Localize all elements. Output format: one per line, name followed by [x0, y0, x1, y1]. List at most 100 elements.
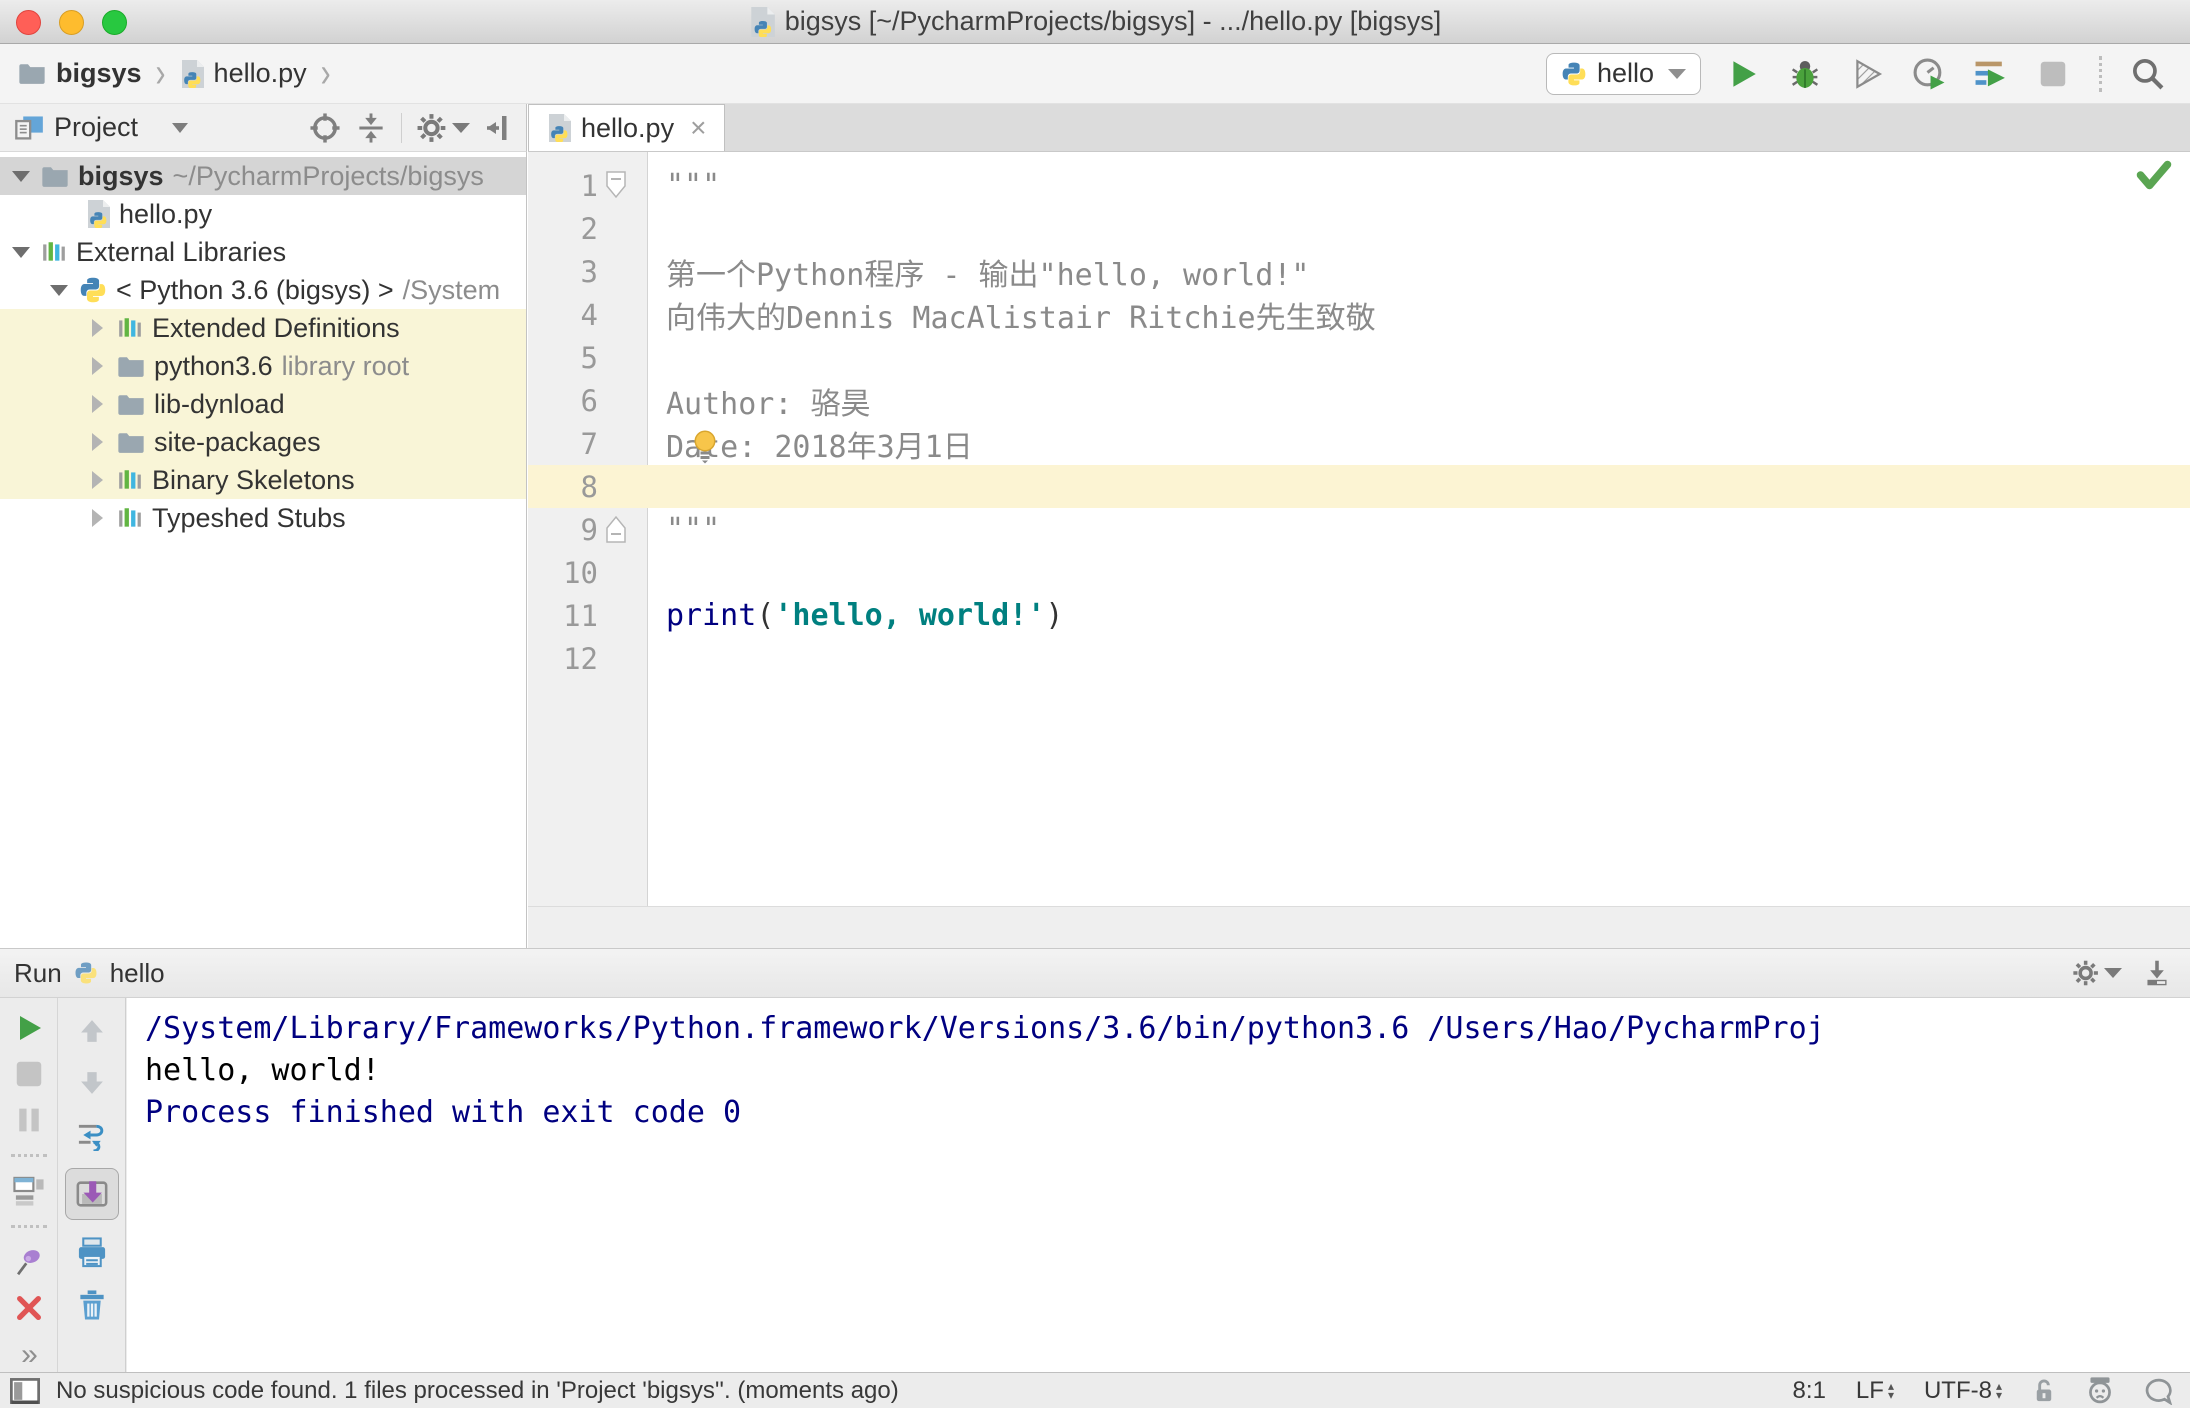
breadcrumb-file[interactable]: hello.py [214, 58, 307, 89]
dock-pinned-icon[interactable] [2142, 958, 2172, 988]
encoding-selector[interactable]: UTF-8 ▴ ▾ [1924, 1377, 2002, 1405]
folder-icon [41, 165, 69, 188]
pause-button[interactable] [9, 1104, 49, 1136]
pin-tab-button[interactable] [9, 1246, 49, 1278]
tree-item-label: Extended Definitions [152, 312, 400, 343]
gear-icon[interactable] [416, 111, 470, 145]
code-line: 第一个Python程序 - 输出"hello, world!" [666, 257, 1310, 293]
down-stacktrace-button[interactable] [72, 1064, 112, 1102]
clear-console-button[interactable] [72, 1286, 112, 1324]
code-line: """ [666, 512, 721, 547]
gear-icon[interactable] [2072, 958, 2122, 988]
profiler-button[interactable] [1909, 54, 1949, 94]
status-message[interactable]: No suspicious code found. 1 files proces… [56, 1377, 899, 1405]
line-number: 2 [580, 211, 598, 246]
tree-item-label: site-packages [154, 426, 321, 457]
tree-item-bigsys[interactable]: bigsys ~/PycharmProjects/bigsys [0, 157, 526, 195]
stop-button[interactable] [2033, 54, 2073, 94]
string-literal: 'hello, world!' [774, 598, 1046, 633]
code-line: Author: 骆昊 [666, 386, 871, 422]
line-number: 10 [563, 555, 598, 590]
fold-end-marker[interactable] [604, 514, 628, 549]
locate-file-button[interactable] [309, 112, 341, 144]
line-number: 4 [580, 297, 598, 332]
python-file-icon [749, 6, 775, 37]
code-editor[interactable]: 1 """ 2 3 第一个Python程序 - 输出"hello, world!" … [528, 152, 2190, 906]
toolbar-separator [10, 1154, 47, 1157]
run-panel-header[interactable]: Run hello [0, 948, 2190, 998]
scroll-to-end-button[interactable] [65, 1168, 119, 1220]
python-file-icon [180, 59, 204, 88]
caret-position[interactable]: 8:1 [1793, 1377, 1826, 1405]
tree-item-python-interpreter[interactable]: < Python 3.6 (bigsys) > /System [0, 271, 526, 309]
keyword-print: print [666, 598, 757, 633]
zoom-window-button[interactable] [102, 10, 127, 35]
fold-start-marker[interactable] [604, 170, 628, 205]
chevron-right-icon[interactable] [86, 433, 108, 451]
run-toolbar-primary: » [0, 998, 58, 1372]
chevron-down-icon [172, 122, 189, 133]
tree-item-type: library root [281, 350, 410, 381]
tree-item-site-packages[interactable]: site-packages [0, 423, 526, 461]
breadcrumb-project[interactable]: bigsys [56, 58, 142, 89]
project-view-selector[interactable]: Project [0, 112, 189, 143]
chevron-right-icon[interactable] [86, 509, 108, 527]
chevron-down-icon[interactable] [10, 170, 32, 182]
soft-wrap-button[interactable] [72, 1116, 112, 1154]
up-stacktrace-button[interactable] [72, 1012, 112, 1050]
status-bar: No suspicious code found. 1 files proces… [0, 1372, 2190, 1408]
chevron-right-icon[interactable] [86, 471, 108, 489]
restore-layout-button[interactable] [9, 1175, 49, 1207]
hector-inspector-icon[interactable] [2086, 1376, 2114, 1406]
close-window-button[interactable] [16, 10, 41, 35]
chevron-down-icon[interactable] [48, 284, 70, 296]
tree-item-external-libraries[interactable]: External Libraries [0, 233, 526, 271]
chevron-right-icon[interactable] [86, 357, 108, 375]
minimize-window-button[interactable] [59, 10, 84, 35]
tree-item-extended-definitions[interactable]: Extended Definitions [0, 309, 526, 347]
toolwindow-toggle-icon[interactable] [10, 1377, 40, 1404]
tree-item-lib-dynload[interactable]: lib-dynload [0, 385, 526, 423]
chevron-right-icon: › [155, 49, 166, 96]
run-toolbar-console [59, 998, 126, 1372]
tree-item-typeshed-stubs[interactable]: Typeshed Stubs [0, 499, 526, 537]
chevron-right-icon[interactable] [86, 319, 108, 337]
run-configuration-select[interactable]: hello [1545, 52, 1701, 95]
event-log-bubble-icon[interactable] [2144, 1377, 2174, 1405]
unlock-icon[interactable] [2032, 1378, 2056, 1404]
more-options-icon[interactable]: » [21, 1338, 38, 1372]
inspections-ok-icon[interactable] [2136, 160, 2172, 190]
hide-panel-button[interactable] [484, 113, 514, 143]
run-button[interactable] [1723, 54, 1763, 94]
debug-button[interactable] [1785, 54, 1825, 94]
project-tree: bigsys ~/PycharmProjects/bigsys hello.py… [0, 152, 527, 948]
collapse-all-button[interactable] [355, 112, 387, 144]
run-with-coverage-button[interactable] [1847, 54, 1887, 94]
rerun-button[interactable] [9, 1012, 49, 1044]
tree-item-hello-py[interactable]: hello.py [0, 195, 526, 233]
print-button[interactable] [72, 1234, 112, 1272]
concurrency-diagram-button[interactable] [1971, 54, 2011, 94]
intention-bulb-icon[interactable] [690, 429, 720, 465]
console-exit-line: Process finished with exit code 0 [145, 1095, 742, 1130]
tree-item-label: Typeshed Stubs [152, 502, 346, 533]
tree-item-label: External Libraries [76, 236, 287, 267]
line-number: 3 [580, 254, 598, 289]
library-icon [117, 505, 143, 531]
chevron-right-icon[interactable] [86, 395, 108, 413]
line-separator-selector[interactable]: LF ▴ ▾ [1856, 1377, 1894, 1405]
tree-item-binary-skeletons[interactable]: Binary Skeletons [0, 461, 526, 499]
editor-scrollbar-track[interactable] [528, 906, 2190, 948]
chevron-down-icon [1668, 68, 1686, 79]
python-logo-icon [79, 276, 107, 304]
tab-hello-py[interactable]: hello.py × [528, 104, 726, 151]
chevron-down-icon[interactable] [10, 246, 32, 258]
stop-button[interactable] [9, 1058, 49, 1090]
toolbar-separator [2099, 55, 2102, 92]
close-panel-button[interactable] [9, 1292, 49, 1324]
run-panel: » /System/Library/Frameworks/Python.fram… [0, 998, 2190, 1372]
search-everywhere-icon[interactable] [2128, 54, 2168, 94]
tree-item-python36[interactable]: python3.6 library root [0, 347, 526, 385]
close-icon[interactable]: × [684, 112, 706, 144]
run-console[interactable]: /System/Library/Frameworks/Python.framew… [127, 998, 2190, 1372]
